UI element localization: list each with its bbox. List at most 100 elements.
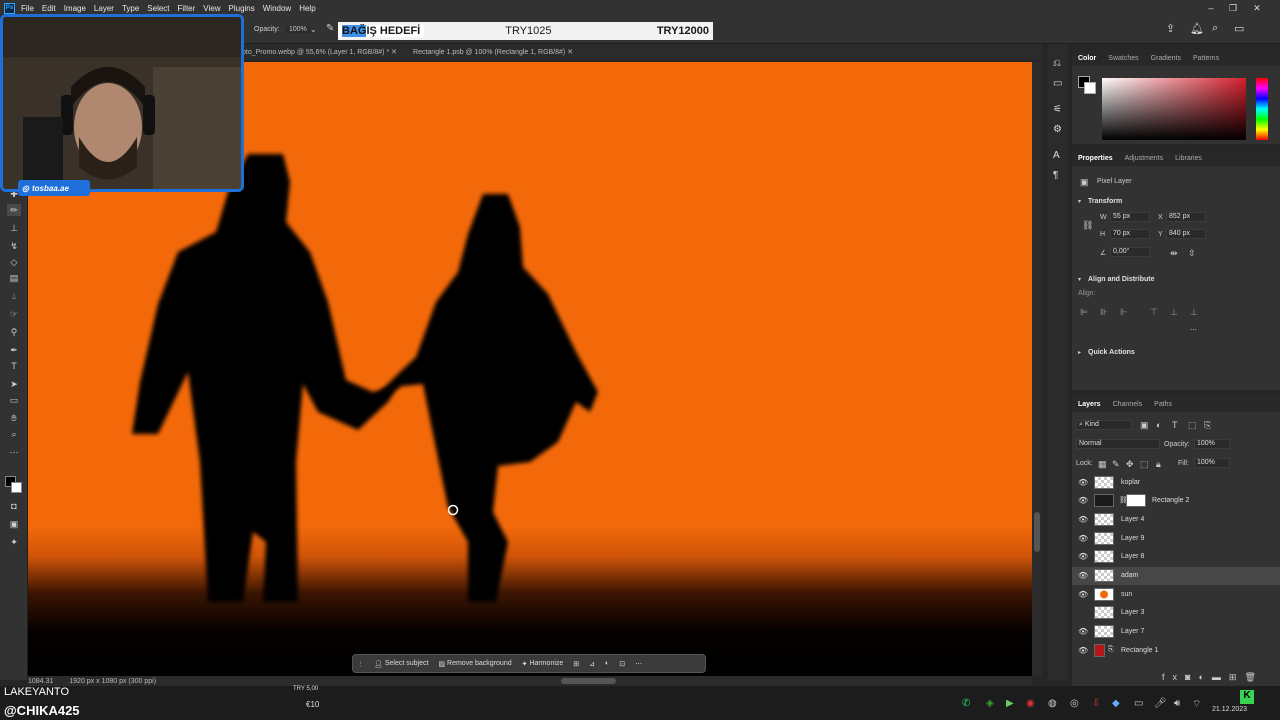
generative-icon[interactable]: ✦	[7, 536, 21, 548]
chevron-right-icon[interactable]: ▸	[1078, 349, 1081, 356]
comments-icon[interactable]: ▭	[1053, 78, 1062, 89]
vertical-scroll-thumb[interactable]	[1034, 512, 1040, 552]
whatsapp-icon[interactable]: ✆	[962, 698, 970, 709]
close-icon[interactable]: ✕	[391, 49, 397, 56]
bell-icon[interactable]: 🔔︎	[1190, 22, 1204, 35]
share-icon[interactable]: ⇪	[1166, 22, 1175, 35]
menu-layer[interactable]: Layer	[94, 4, 114, 13]
menu-edit[interactable]: Edit	[42, 4, 56, 13]
app-icon[interactable]: ◈	[986, 698, 994, 709]
filter-pixel-icon[interactable]: ▣	[1140, 420, 1149, 431]
visibility-eye-icon[interactable]: 👁︎	[1078, 646, 1088, 655]
search-icon[interactable]: ⌕	[1212, 22, 1218, 35]
close-icon[interactable]: ✕	[1246, 0, 1268, 16]
background-color-swatch[interactable]	[11, 482, 22, 493]
visibility-eye-icon[interactable]: 👁︎	[1078, 627, 1088, 636]
vertical-scrollbar[interactable]	[1032, 62, 1042, 676]
add-mask-icon[interactable]: ◙	[1185, 672, 1198, 682]
layer-row-rectangle-2[interactable]: 👁︎ ⛓ Rectangle 2	[1072, 492, 1280, 510]
rectangle-tool-icon[interactable]: ▭	[7, 394, 21, 406]
opacity-input[interactable]: 100%	[286, 26, 310, 33]
eraser-tool-icon[interactable]: ◇	[7, 256, 21, 268]
menu-window[interactable]: Window	[263, 4, 291, 13]
fx-icon[interactable]: fx	[1162, 672, 1185, 682]
character-icon[interactable]: A	[1053, 150, 1060, 161]
quick-mask-icon[interactable]: ◘	[7, 500, 21, 512]
close-icon[interactable]: ✕	[567, 49, 573, 56]
menu-type[interactable]: Type	[122, 4, 139, 13]
kick-icon[interactable]: K	[1240, 690, 1254, 704]
brush-tool-icon[interactable]: ✏	[7, 204, 21, 216]
volume-icon[interactable]: 🔊︎	[1174, 698, 1180, 709]
lock-position-icon[interactable]: ✥	[1126, 459, 1134, 470]
layer-row-layer-3[interactable]: 👁︎ Layer 3	[1072, 604, 1280, 622]
chevron-down-icon[interactable]: ▾	[1078, 198, 1081, 205]
layer-row-koplar[interactable]: 👁︎ koplar	[1072, 474, 1280, 492]
align-bottom-icon[interactable]: ⊥	[1190, 307, 1198, 318]
history-brush-icon[interactable]: ↯	[7, 240, 21, 252]
menu-view[interactable]: View	[203, 4, 220, 13]
visibility-eye-icon[interactable]: 👁︎	[1078, 478, 1088, 487]
tab-layers[interactable]: Layers	[1072, 401, 1107, 408]
tab-paths[interactable]: Paths	[1148, 401, 1178, 408]
layer-row-sun[interactable]: 👁︎ sun	[1072, 586, 1280, 604]
hand-tool-icon[interactable]: ✋︎	[7, 412, 21, 424]
layer-row-adam[interactable]: 👁︎ adam	[1072, 567, 1280, 585]
brush-settings-icon[interactable]: ⚟	[1053, 104, 1062, 115]
menu-help[interactable]: Help	[299, 4, 315, 13]
smudge-tool-icon[interactable]: ☞	[7, 308, 21, 320]
filter-type-icon[interactable]: T	[1172, 420, 1178, 430]
trash-icon[interactable]: 🗑︎	[1244, 672, 1263, 682]
lock-artboard-icon[interactable]: ⬚	[1140, 459, 1149, 470]
tab-swatches[interactable]: Swatches	[1102, 55, 1144, 62]
play-icon[interactable]: ▶	[1006, 698, 1014, 709]
chevron-down-icon[interactable]: ⌄	[310, 25, 317, 34]
drag-handle-icon[interactable]: ⋮	[357, 660, 364, 668]
menu-filter[interactable]: Filter	[178, 4, 196, 13]
chrome-icon[interactable]: ◉	[1026, 698, 1035, 709]
link-icon[interactable]: ⛓	[1082, 220, 1093, 231]
align-top-icon[interactable]: ⊤	[1150, 307, 1158, 318]
pen-tool-icon[interactable]: ✒	[7, 344, 21, 356]
layer-row-layer-4[interactable]: 👁︎ Layer 4	[1072, 511, 1280, 529]
align-left-icon[interactable]: ⊫	[1080, 307, 1088, 318]
tab-channels[interactable]: Channels	[1107, 401, 1149, 408]
tab-adjustments[interactable]: Adjustments	[1119, 155, 1170, 162]
tab-rectangle[interactable]: Rectangle 1.psb @ 100% (Rectangle 1, RGB…	[413, 48, 573, 56]
new-layer-icon[interactable]: ⊞	[1229, 672, 1245, 682]
paragraph-icon[interactable]: ¶	[1053, 170, 1058, 181]
transform-section-title[interactable]: Transform	[1088, 198, 1122, 205]
select-subject-button[interactable]: 👤︎ Select subject	[374, 660, 428, 668]
steam-icon[interactable]: ◆	[1112, 698, 1120, 709]
layer-row-rectangle-1[interactable]: 👁︎ ⎘ Rectangle 1	[1072, 642, 1280, 660]
gradient-tool-icon[interactable]: ▤	[7, 272, 21, 284]
flip-horizontal-icon[interactable]: ⇹	[1170, 248, 1178, 259]
layer-filter-select[interactable]: ⌕ Kind	[1076, 420, 1132, 430]
group-icon[interactable]: ▬	[1212, 672, 1229, 682]
layer-row-layer-7[interactable]: 👁︎ Layer 7	[1072, 623, 1280, 641]
angle-field[interactable]: 0,00°	[1110, 247, 1150, 257]
y-field[interactable]: 840 px	[1166, 229, 1206, 239]
screen-mode-icon[interactable]: ▣	[7, 518, 21, 530]
visibility-eye-icon[interactable]: 👁︎	[1078, 571, 1088, 580]
visibility-eye-icon[interactable]: 👁︎	[1078, 590, 1088, 599]
align-section-title[interactable]: Align and Distribute	[1088, 276, 1155, 283]
tab-gradients[interactable]: Gradients	[1145, 55, 1187, 62]
harmonize-button[interactable]: ✦ Harmonize	[522, 660, 564, 668]
remove-background-button[interactable]: ▨ Remove background	[438, 660, 511, 668]
layer-mask-thumbnail[interactable]	[1126, 494, 1146, 507]
blur-tool-icon[interactable]: 💧︎	[7, 290, 21, 302]
history-icon[interactable]: ⎌	[1053, 58, 1061, 69]
minimize-icon[interactable]: –	[1200, 0, 1222, 16]
align-right-icon[interactable]: ⊩	[1120, 307, 1128, 318]
flip-vertical-icon[interactable]: ⇳	[1188, 248, 1196, 259]
obs-icon[interactable]: ◍	[1048, 698, 1057, 709]
download-icon[interactable]: ⇩	[1092, 698, 1100, 709]
layer-row-layer-9[interactable]: 👁︎ Layer 9	[1072, 530, 1280, 548]
chevron-down-icon[interactable]: ▾	[1078, 276, 1081, 283]
tab-libraries[interactable]: Libraries	[1169, 155, 1208, 162]
zoom-level[interactable]: 1084.31	[28, 678, 53, 685]
visibility-eye-icon[interactable]: 👁︎	[1078, 515, 1088, 524]
pressure-icon[interactable]: ✎	[326, 23, 334, 34]
menu-image[interactable]: Image	[64, 4, 86, 13]
